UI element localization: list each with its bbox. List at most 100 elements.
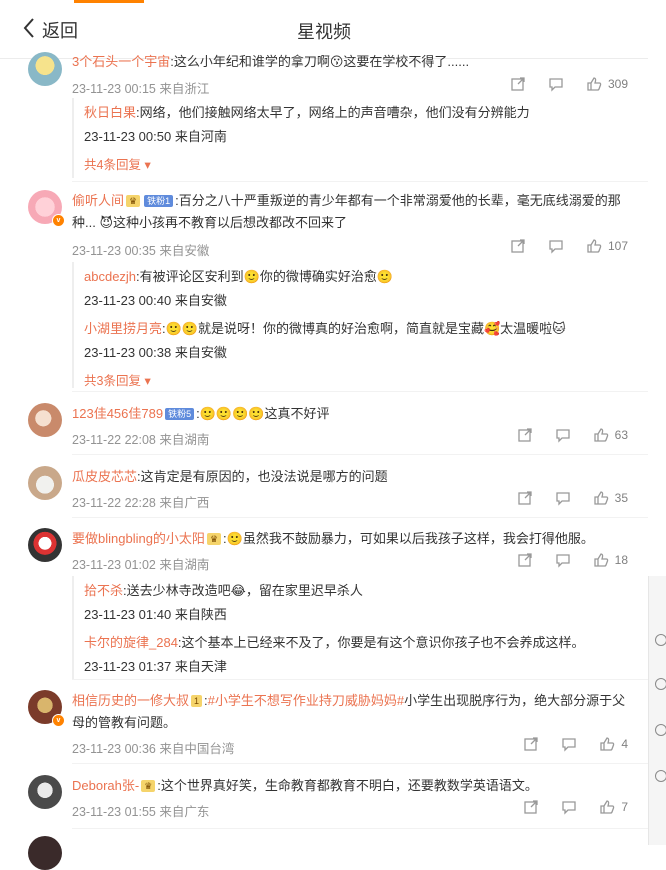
like-count: 107: [607, 239, 628, 253]
comment-item: 瓜皮皮芯芯:这肯定是有原因的，也没法说是哪方的问题 23-11-22 22:28…: [0, 466, 648, 516]
comment-icon[interactable]: [561, 736, 577, 752]
crown-icon: ♛: [206, 533, 222, 545]
reply-meta: 23-11-23 00:40 来自安徽: [84, 293, 227, 308]
avatar[interactable]: [28, 836, 62, 870]
share-icon[interactable]: [517, 427, 533, 443]
like-count: 63: [614, 428, 628, 442]
comment-meta: 23-11-23 01:55 来自广东: [72, 805, 210, 819]
comment-icon[interactable]: [555, 490, 571, 506]
verified-icon: v: [52, 214, 65, 227]
more-replies-link[interactable]: 共4条回复 ▾: [84, 154, 151, 173]
like-icon[interactable]: [586, 76, 602, 92]
comment-text: :🙂🙂🙂🙂这真不好评: [196, 406, 330, 421]
comment-username[interactable]: 偷听人间: [72, 193, 124, 208]
comment-text: :这么小年纪和谁学的拿刀啊😗这要在学校不得了......: [170, 54, 470, 69]
reply-list: 秋日白果:网络，他们接触网络太早了，网络上的声音嘈杂，他们没有分辨能力 23-1…: [72, 98, 630, 178]
reply-item: 卡尔的旋律_284:这个基本上已经来不及了，你要是有这个意识你孩子也不会养成这样…: [84, 632, 630, 651]
fan-badge: 铁粉5: [165, 408, 195, 420]
comment-actions: 35: [495, 490, 628, 506]
caret-down-icon: ▾: [144, 374, 151, 388]
hashtag-link[interactable]: #小学生不想写作业持刀威胁妈妈#: [208, 693, 404, 708]
reply-username[interactable]: abcdezjh: [84, 269, 136, 284]
more-replies-label: 共4条回复: [84, 158, 141, 172]
share-icon[interactable]: [517, 552, 533, 568]
comment-meta: 23-11-23 00:35 来自安徽: [72, 244, 210, 258]
divider: [72, 454, 648, 455]
like-count: 18: [614, 553, 628, 567]
avatar[interactable]: [28, 466, 62, 500]
reply-list: 拾不杀:送去少林寺改造吧😂，留在家里迟早杀人 23-11-23 01:40 来自…: [72, 576, 630, 680]
comment-actions: 309: [488, 76, 628, 92]
share-icon[interactable]: [517, 490, 533, 506]
comment-icon[interactable]: [555, 552, 571, 568]
avatar[interactable]: [28, 528, 62, 562]
divider: [72, 679, 648, 680]
reply-item: 秋日白果:网络，他们接触网络太早了，网络上的声音嘈杂，他们没有分辨能力: [84, 102, 630, 121]
comment-username[interactable]: 123佳456佳789: [72, 406, 163, 421]
more-replies-link[interactable]: 共3条回复 ▾: [84, 370, 151, 389]
comment-actions: 18: [495, 552, 628, 568]
comment-meta: 23-11-23 00:15 来自浙江: [72, 82, 210, 96]
divider: [72, 763, 648, 764]
like-icon[interactable]: [586, 238, 602, 254]
like-icon[interactable]: [599, 736, 615, 752]
comment-icon[interactable]: [561, 799, 577, 815]
reply-list: abcdezjh:有被评论区安利到🙂你的微博确实好治愈🙂 23-11-23 00…: [72, 262, 630, 388]
comment-username[interactable]: 要做blingbling的小太阳: [72, 531, 205, 546]
reply-username[interactable]: 拾不杀: [84, 583, 123, 598]
like-icon[interactable]: [593, 427, 609, 443]
comment-meta: 23-11-23 01:02 来自湖南: [72, 558, 210, 572]
avatar[interactable]: [28, 403, 62, 437]
divider: [72, 517, 648, 518]
comment-icon[interactable]: [548, 76, 564, 92]
reply-username[interactable]: 秋日白果: [84, 105, 136, 120]
avatar[interactable]: [28, 52, 62, 86]
reply-meta: 23-11-23 01:37 来自天津: [84, 659, 227, 674]
comment-actions: 7: [501, 799, 628, 815]
reply-item: 拾不杀:送去少林寺改造吧😂，留在家里迟早杀人: [84, 580, 630, 599]
like-count: 35: [614, 491, 628, 505]
crown-icon: ♛: [126, 195, 141, 207]
share-icon[interactable]: [510, 76, 526, 92]
share-icon[interactable]: [523, 799, 539, 815]
more-replies-label: 共3条回复: [84, 374, 141, 388]
comment-username[interactable]: 相信历史的一修大叔: [72, 693, 189, 708]
comment-username[interactable]: 瓜皮皮芯芯: [72, 469, 137, 484]
reply-meta: 23-11-23 01:40 来自陕西: [84, 607, 227, 622]
settings-icon[interactable]: [655, 770, 666, 782]
reply-item: 小湖里捞月亮:🙂🙂就是说呀！你的微博真的好治愈啊，简直就是宝藏🥰太温暖啦🐱: [84, 318, 630, 337]
reply-item: abcdezjh:有被评论区安利到🙂你的微博确实好治愈🙂: [84, 266, 630, 285]
page-title: 星视频: [297, 22, 351, 42]
info-icon[interactable]: [655, 724, 666, 736]
comment-meta: 23-11-22 22:08 来自湖南: [72, 433, 210, 447]
like-icon[interactable]: [593, 552, 609, 568]
reply-username[interactable]: 小湖里捞月亮: [84, 321, 162, 336]
comment-meta: 23-11-23 00:36 来自中国台湾: [72, 742, 235, 756]
verified-icon: v: [52, 714, 65, 727]
like-count: 7: [621, 800, 628, 814]
crown-icon: ♛: [141, 780, 156, 792]
like-count: 309: [607, 77, 628, 91]
comment-item: v 偷听人间 ♛ 铁粉1:百分之八十严重叛逆的青少年都有一个非常溺爱他的长辈，毫无底…: [0, 190, 648, 390]
comment-username[interactable]: Deborah张-: [72, 778, 139, 793]
help-icon[interactable]: [655, 634, 666, 646]
like-icon[interactable]: [593, 490, 609, 506]
like-count: 4: [621, 737, 628, 751]
comment-icon[interactable]: [555, 427, 571, 443]
reply-text: :有被评论区安利到🙂你的微博确实好治愈🙂: [136, 269, 394, 284]
comment-icon[interactable]: [548, 238, 564, 254]
reply-text: :送去少林寺改造吧😂，留在家里迟早杀人: [123, 583, 363, 598]
share-icon[interactable]: [523, 736, 539, 752]
comment-username[interactable]: 3个石头一个宇宙: [72, 54, 170, 69]
like-icon[interactable]: [599, 799, 615, 815]
comment-meta: 23-11-22 22:28 来自广西: [72, 496, 210, 510]
share-icon[interactable]: [510, 238, 526, 254]
comment-text: :这肯定是有原因的，也没法说是哪方的问题: [137, 469, 388, 484]
reply-text: :这个基本上已经来不及了，你要是有这个意识你孩子也不会养成这样。: [177, 635, 585, 650]
avatar[interactable]: [28, 775, 62, 809]
reply-username[interactable]: 卡尔的旋律_284: [84, 635, 178, 650]
like-icon[interactable]: [655, 678, 666, 690]
reply-meta: 23-11-23 00:38 来自安徽: [84, 345, 227, 360]
caret-down-icon: ▾: [144, 158, 151, 172]
divider: [72, 181, 648, 182]
